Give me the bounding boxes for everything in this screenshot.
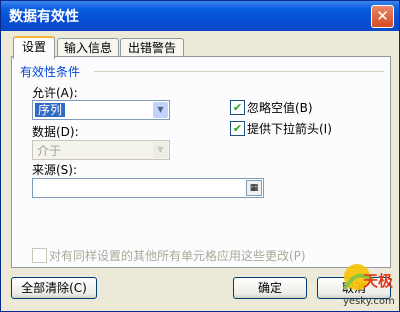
yesky-watermark: 天极 yesky.com [337, 259, 397, 309]
settings-panel: 有效性条件 允许(A): 序列 ▼ 数据(D): 介于 ▼ ✔ 忽略空值(B) … [11, 56, 391, 268]
close-icon: ✕ [376, 7, 389, 25]
dialog-title: 数据有效性 [9, 9, 79, 25]
data-selected-value: 介于 [37, 144, 62, 158]
dropdown-arrow-checkbox[interactable]: ✔ [230, 121, 245, 136]
ignore-blank-checkbox[interactable]: ✔ [230, 100, 245, 115]
data-validation-dialog: 数据有效性 ✕ 设置 输入信息 出错警告 有效性条件 允许(A): 序列 ▼ 数… [0, 0, 400, 312]
range-select-icon[interactable]: ▦ [246, 180, 262, 196]
chevron-down-icon: ▼ [153, 142, 168, 158]
tab-input-message[interactable]: 输入信息 [57, 38, 119, 57]
check-icon: ✔ [232, 122, 243, 135]
clear-all-button[interactable]: 全部清除(C) [11, 277, 97, 299]
validity-criteria-title: 有效性条件 [20, 63, 85, 80]
allow-select[interactable]: 序列 ▼ [32, 100, 170, 120]
watermark-text: 天极 [363, 272, 394, 290]
data-label: 数据(D): [32, 125, 79, 139]
data-select[interactable]: 介于 ▼ [32, 140, 170, 160]
source-label: 来源(S): [32, 163, 78, 177]
yesky-logo-icon: 天极 yesky.com [343, 264, 395, 307]
check-icon: ✔ [232, 101, 243, 114]
tab-error-alert-label: 出错警告 [127, 41, 176, 55]
tab-settings-label: 设置 [21, 40, 46, 54]
ok-button[interactable]: 确定 [233, 277, 307, 299]
group-divider [94, 71, 384, 72]
tab-settings[interactable]: 设置 [13, 36, 55, 59]
dropdown-arrow-label[interactable]: 提供下拉箭头(I) [247, 120, 332, 137]
tab-error-alert[interactable]: 出错警告 [120, 38, 184, 57]
close-button[interactable]: ✕ [371, 5, 394, 28]
allow-selected-value: 序列 [35, 103, 66, 117]
watermark-site: yesky.com [343, 296, 395, 307]
allow-label: 允许(A): [32, 86, 78, 100]
chevron-down-icon[interactable]: ▼ [153, 102, 168, 118]
apply-all-label[interactable]: 对有同样设置的其他所有单元格应用这些更改(P) [49, 247, 306, 264]
title-bar[interactable]: 数据有效性 ✕ [1, 1, 399, 31]
tab-input-message-label: 输入信息 [63, 41, 112, 55]
source-input[interactable]: ▦ [32, 178, 264, 198]
ignore-blank-label[interactable]: 忽略空值(B) [247, 99, 313, 116]
apply-all-checkbox[interactable] [32, 248, 47, 263]
